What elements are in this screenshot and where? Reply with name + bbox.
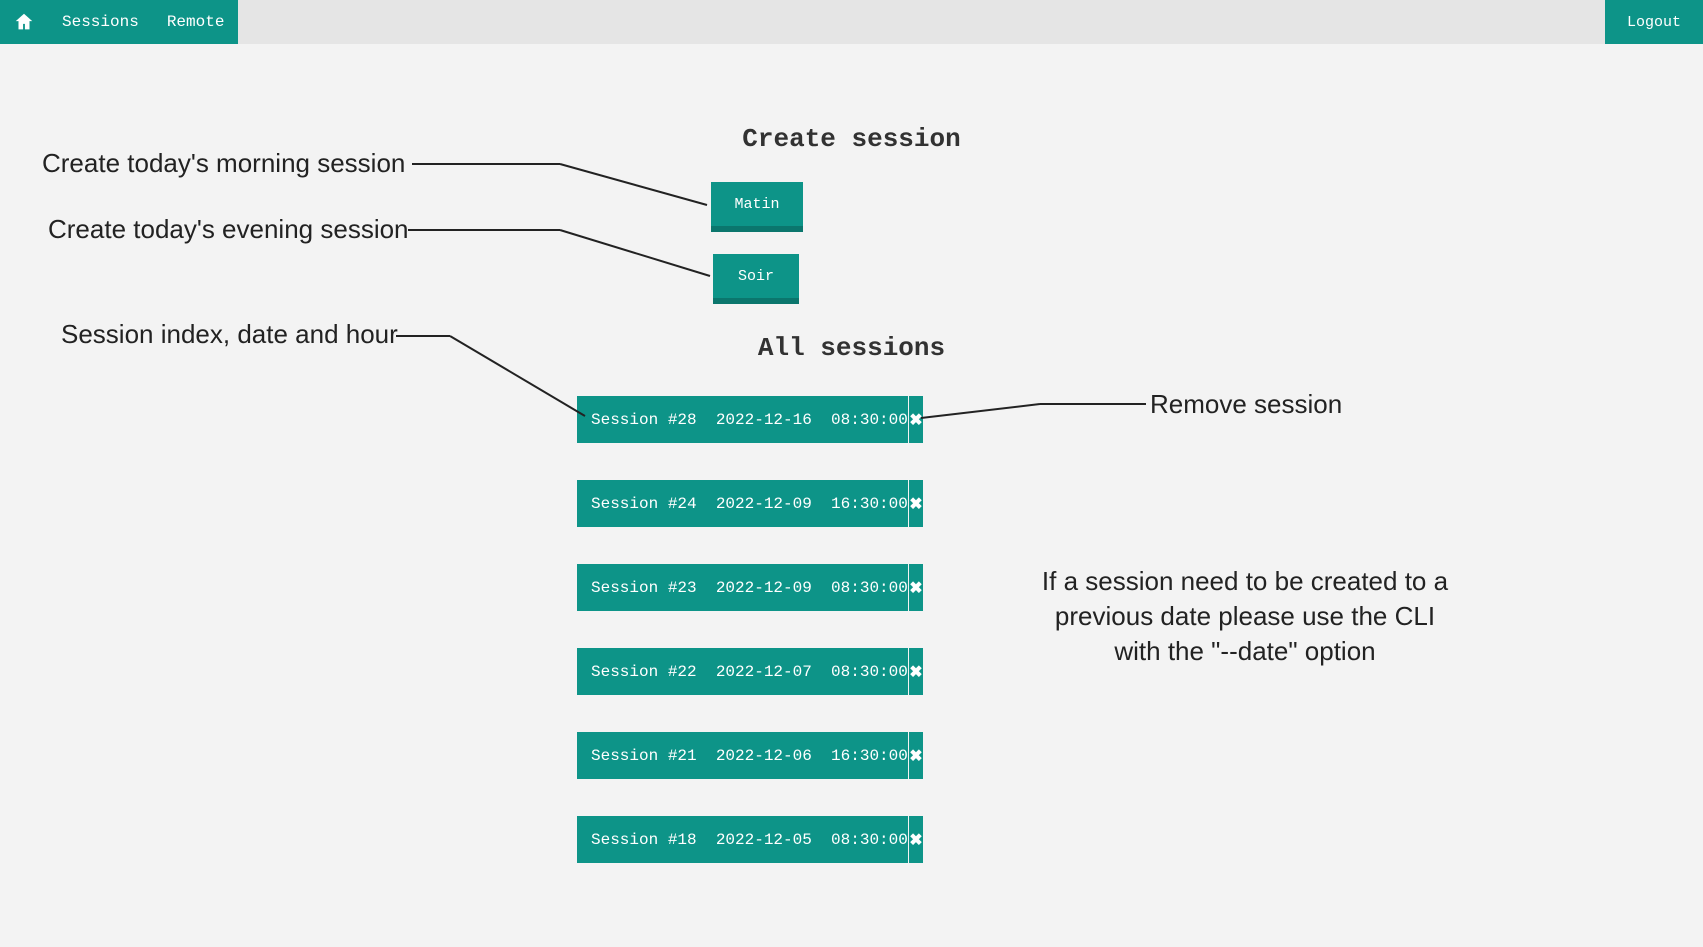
- annotation-morning: Create today's morning session: [42, 148, 405, 179]
- session-link[interactable]: Session #24 2022-12-09 16:30:00: [577, 480, 908, 527]
- session-remove-button[interactable]: ✖: [909, 732, 923, 779]
- annotation-remove: Remove session: [1150, 389, 1342, 420]
- session-remove-button[interactable]: ✖: [909, 648, 923, 695]
- close-icon: ✖: [909, 494, 922, 514]
- session-remove-button[interactable]: ✖: [909, 396, 923, 443]
- nav-sessions[interactable]: Sessions: [48, 0, 153, 44]
- close-icon: ✖: [909, 578, 922, 598]
- session-link[interactable]: Session #28 2022-12-16 08:30:00: [577, 396, 908, 443]
- annotation-cli-note: If a session need to be created to a pre…: [1030, 564, 1460, 669]
- session-list: Session #28 2022-12-16 08:30:00 ✖ Sessio…: [577, 396, 923, 900]
- annotation-evening: Create today's evening session: [48, 214, 409, 245]
- session-row: Session #21 2022-12-06 16:30:00 ✖: [577, 732, 923, 779]
- create-morning-button[interactable]: Matin: [711, 182, 803, 232]
- close-icon: ✖: [909, 830, 922, 850]
- session-link[interactable]: Session #18 2022-12-05 08:30:00: [577, 816, 908, 863]
- session-row: Session #23 2022-12-09 08:30:00 ✖: [577, 564, 923, 611]
- close-icon: ✖: [909, 746, 922, 766]
- logout-button[interactable]: Logout: [1605, 0, 1703, 44]
- session-remove-button[interactable]: ✖: [909, 480, 923, 527]
- navbar-spacer: [238, 0, 1605, 44]
- home-button[interactable]: [0, 0, 48, 44]
- close-icon: ✖: [909, 410, 922, 430]
- navbar-left: Sessions Remote: [0, 0, 238, 44]
- session-remove-button[interactable]: ✖: [909, 564, 923, 611]
- session-link[interactable]: Session #21 2022-12-06 16:30:00: [577, 732, 908, 779]
- session-row: Session #28 2022-12-16 08:30:00 ✖: [577, 396, 923, 443]
- create-evening-button[interactable]: Soir: [713, 254, 799, 304]
- session-row: Session #22 2022-12-07 08:30:00 ✖: [577, 648, 923, 695]
- home-icon: [13, 11, 35, 33]
- close-icon: ✖: [909, 662, 922, 682]
- session-row: Session #18 2022-12-05 08:30:00 ✖: [577, 816, 923, 863]
- nav-remote[interactable]: Remote: [153, 0, 239, 44]
- session-link[interactable]: Session #22 2022-12-07 08:30:00: [577, 648, 908, 695]
- session-row: Session #24 2022-12-09 16:30:00 ✖: [577, 480, 923, 527]
- session-remove-button[interactable]: ✖: [909, 816, 923, 863]
- session-link[interactable]: Session #23 2022-12-09 08:30:00: [577, 564, 908, 611]
- navbar: Sessions Remote Logout: [0, 0, 1703, 44]
- annotation-rowinfo: Session index, date and hour: [61, 319, 398, 350]
